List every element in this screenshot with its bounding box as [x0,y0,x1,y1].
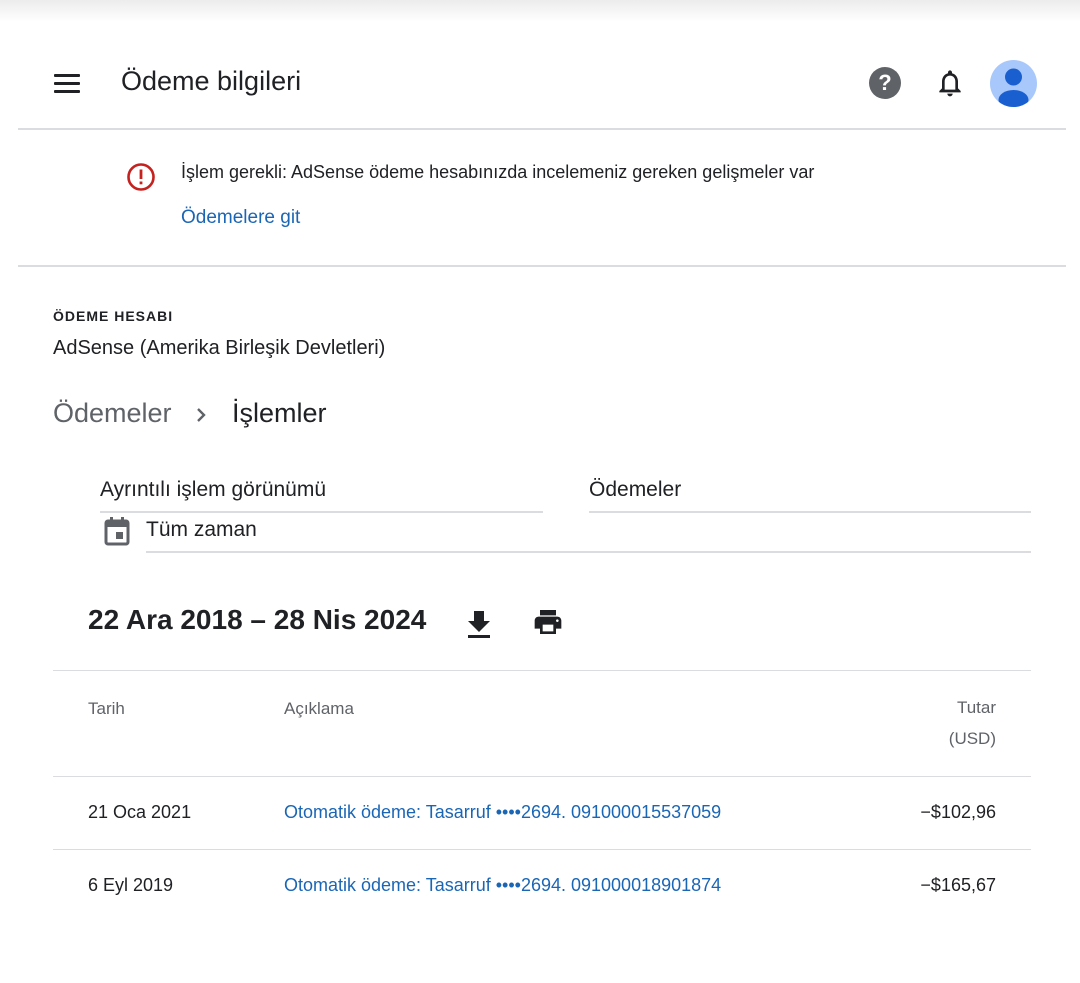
row-amount: −$165,67 [920,875,996,895]
table-top-rule [53,670,1031,671]
error-circle-icon [126,162,156,192]
download-icon [468,611,490,638]
view-select[interactable]: Ayrıntılı işlem görünümü [100,478,543,513]
help-icon[interactable]: ? [869,67,901,99]
chevron-right-icon [192,403,212,427]
header-divider [18,128,1066,130]
menu-button[interactable] [50,68,84,102]
download-button[interactable] [463,606,495,640]
period-select[interactable]: Tüm zaman [146,518,1031,553]
payment-account-name: AdSense (Amerika Birleşik Devletleri) [53,337,386,359]
type-select-value: Ödemeler [589,478,682,501]
notifications-bell-icon[interactable] [934,66,966,100]
row-description-link[interactable]: Otomatik ödeme: Tasarruf ••••2694. 09100… [284,875,721,896]
table-header-rule [53,776,1031,777]
row-date: 6 Eyl 2019 [88,875,174,895]
row-date: 21 Oca 2021 [88,802,192,822]
row-divider [53,849,1031,850]
alert-divider [18,265,1066,267]
breadcrumb-transactions: İşlemler [232,398,327,428]
top-shadow [0,0,1080,22]
calendar-icon [103,516,131,546]
period-select-value: Tüm zaman [146,518,257,541]
menu-icon [54,74,80,77]
payment-account-label: ÖDEME HESABI [53,308,174,324]
page-title: Ödeme bilgileri [121,66,302,96]
row-description-link[interactable]: Otomatik ödeme: Tasarruf ••••2694. 09100… [284,802,721,823]
print-icon [534,610,562,634]
column-header-amount: Tutar (USD) [948,698,996,748]
go-to-payments-link[interactable]: Ödemelere git [181,207,300,229]
breadcrumb-payments[interactable]: Ödemeler [53,398,172,429]
date-range-title: 22 Ara 2018 – 28 Nis 2024 [88,604,427,635]
app-header: Ödeme bilgileri ? [0,40,1080,128]
row-amount: −$102,96 [920,802,996,822]
column-header-description: Açıklama [284,699,354,718]
print-button[interactable] [531,606,565,638]
type-select[interactable]: Ödemeler [589,478,1031,513]
view-select-value: Ayrıntılı işlem görünümü [100,478,327,501]
avatar[interactable] [990,60,1037,107]
column-header-date: Tarih [88,699,125,718]
alert-message: İşlem gerekli: AdSense ödeme hesabınızda… [181,162,815,182]
